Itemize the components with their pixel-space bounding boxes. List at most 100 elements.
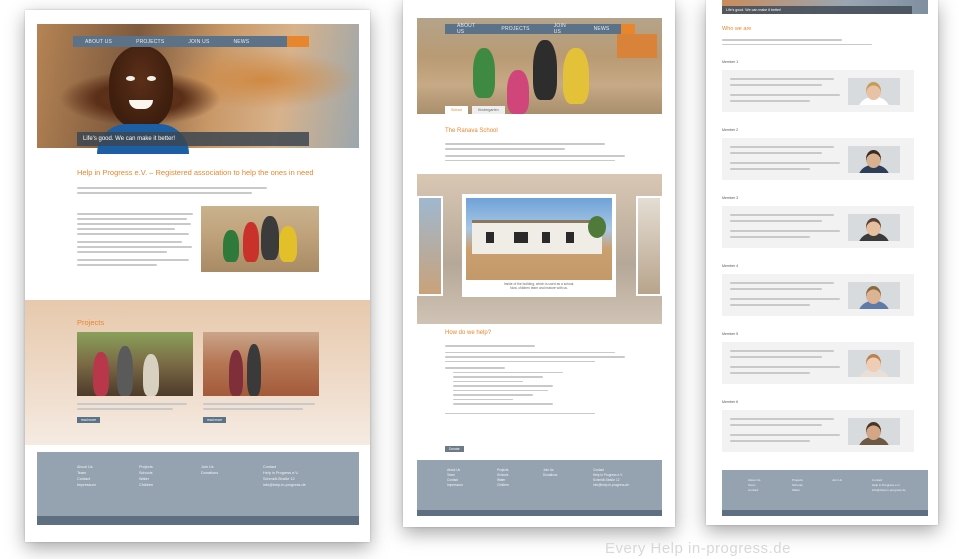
project-tabs: School Kindergarten bbox=[445, 106, 505, 114]
list-line bbox=[453, 403, 553, 405]
member-photo bbox=[848, 418, 900, 445]
nav-news[interactable]: NEWS bbox=[582, 26, 622, 32]
team-title: Who we are bbox=[722, 26, 752, 32]
child-portrait bbox=[109, 46, 173, 128]
top-nav: ABOUT US PROJECTS JOIN US NEWS bbox=[73, 36, 309, 47]
child-figure bbox=[533, 40, 557, 100]
nav-projects[interactable]: PROJECTS bbox=[124, 39, 176, 45]
footer-bottom-bar bbox=[37, 516, 359, 525]
member-photo bbox=[848, 282, 900, 309]
text-line bbox=[730, 282, 834, 284]
text-line bbox=[445, 143, 605, 145]
window bbox=[566, 232, 574, 243]
head bbox=[866, 82, 881, 100]
school-building-photo bbox=[466, 198, 612, 280]
footer-link[interactable]: Donations bbox=[201, 470, 218, 476]
text-line bbox=[730, 350, 834, 352]
text-line bbox=[77, 233, 189, 235]
child-figure bbox=[143, 354, 159, 396]
read-more-button[interactable]: read more bbox=[77, 417, 101, 423]
hero-caption: Life's good. We can make it better! bbox=[77, 132, 309, 146]
showcase-canvas: ABOUT US PROJECTS JOIN US NEWS Life's go… bbox=[0, 0, 959, 559]
text-line bbox=[445, 345, 535, 347]
gallery-caption-2: Now, children learn and mature with us. bbox=[510, 286, 568, 290]
text-line bbox=[77, 251, 167, 253]
member-name: Member 1 bbox=[722, 60, 739, 64]
team-intro bbox=[722, 36, 892, 48]
nav-projects[interactable]: PROJECTS bbox=[489, 26, 541, 32]
kids-photo bbox=[201, 206, 319, 272]
nav-join[interactable]: JOIN US bbox=[542, 23, 582, 35]
text-line bbox=[730, 304, 810, 306]
tab-school[interactable]: School bbox=[445, 106, 468, 114]
site-footer: About Us Team Contact Projects Schools W… bbox=[722, 470, 928, 510]
footer-email[interactable]: info@help-in-progress.de bbox=[872, 488, 906, 493]
footer-col-projects: Projects Schools Water bbox=[792, 478, 803, 493]
donate-button[interactable]: Donate bbox=[445, 446, 464, 452]
text-line bbox=[77, 187, 267, 189]
text-line bbox=[730, 288, 822, 290]
list-line bbox=[453, 376, 543, 378]
nav-about[interactable]: ABOUT US bbox=[73, 39, 124, 45]
project-photo-1[interactable] bbox=[77, 332, 193, 396]
head bbox=[866, 218, 881, 236]
text-line bbox=[77, 213, 193, 215]
text-line bbox=[77, 259, 189, 261]
top-nav: ABOUT US PROJECTS JOIN US NEWS bbox=[445, 23, 635, 35]
text-line bbox=[445, 351, 615, 353]
member-photo bbox=[848, 146, 900, 173]
nav-news[interactable]: NEWS bbox=[221, 39, 261, 45]
tree bbox=[588, 216, 606, 238]
member-name: Member 6 bbox=[722, 400, 739, 404]
footer-link[interactable]: Children bbox=[497, 483, 509, 488]
footer-col-contact: Contact Help in Progress e.V. Schmidt-St… bbox=[263, 464, 306, 488]
gallery-prev-photo[interactable] bbox=[417, 196, 443, 296]
text-line bbox=[730, 236, 810, 238]
footer-link[interactable]: Impressum bbox=[447, 483, 463, 488]
footer-link[interactable]: Donations bbox=[543, 473, 557, 478]
footer-link[interactable]: Water bbox=[792, 488, 803, 493]
footer-email[interactable]: info@help-in-progress.de bbox=[593, 483, 629, 488]
child-figure bbox=[223, 230, 239, 262]
team-member-card: Member 1 bbox=[722, 60, 914, 112]
text-line bbox=[730, 418, 834, 420]
list-line bbox=[453, 380, 523, 382]
tab-kindergarten[interactable]: Kindergarten bbox=[472, 106, 505, 114]
projects-title: Projects bbox=[77, 318, 105, 327]
footer-link[interactable]: Impressum bbox=[77, 482, 96, 488]
gallery-main-photo[interactable]: Inside of the building, which is used as… bbox=[462, 194, 616, 297]
nav-about[interactable]: ABOUT US bbox=[445, 23, 489, 35]
member-name: Member 5 bbox=[722, 332, 739, 336]
text-line bbox=[203, 403, 315, 405]
project-text-2 bbox=[203, 400, 319, 413]
member-name: Member 4 bbox=[722, 264, 739, 268]
footer-bottom-bar bbox=[417, 510, 662, 516]
text-line bbox=[730, 78, 834, 80]
team-member-card: Member 5 bbox=[722, 332, 914, 384]
watermark-text: Every Help in-progress.de bbox=[605, 540, 791, 557]
child-figure bbox=[279, 226, 297, 262]
project-photo-2[interactable] bbox=[203, 332, 319, 396]
footer-col-about: About Us Team Contact bbox=[748, 478, 760, 493]
footer-col-projects: Projects Schools Water Children bbox=[497, 468, 509, 488]
list-line bbox=[453, 398, 513, 400]
child-figure bbox=[563, 48, 589, 104]
footer-link[interactable]: Contact bbox=[748, 488, 760, 493]
team-member-card: Member 2 bbox=[722, 128, 914, 180]
read-more-button[interactable]: read more bbox=[203, 417, 227, 423]
text-line bbox=[730, 146, 834, 148]
child-figure bbox=[261, 216, 279, 260]
list-line bbox=[453, 371, 563, 373]
child-figure bbox=[243, 222, 259, 262]
gallery-next-photo[interactable] bbox=[636, 196, 662, 296]
footer-link[interactable]: Children bbox=[139, 482, 153, 488]
body-text bbox=[77, 210, 195, 269]
text-line bbox=[445, 356, 625, 358]
footer-col-about: About Us Team Contact Impressum bbox=[77, 464, 96, 488]
nav-join[interactable]: JOIN US bbox=[176, 39, 221, 45]
footer-email[interactable]: info@help-in-progress.de bbox=[263, 482, 306, 488]
footer-heading[interactable]: Join Us bbox=[832, 478, 842, 483]
footer-col-projects: Projects Schools Water Children bbox=[139, 464, 153, 488]
site-footer: About Us Team Contact Impressum Projects… bbox=[37, 452, 359, 516]
member-photo bbox=[848, 78, 900, 105]
